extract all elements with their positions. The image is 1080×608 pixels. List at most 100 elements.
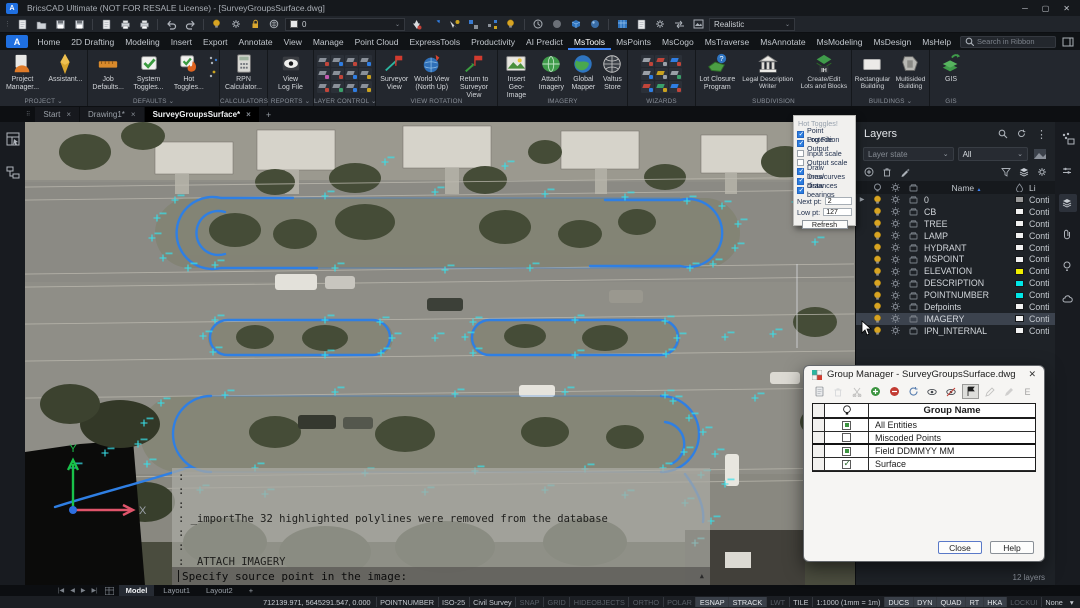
layer-tool-icon[interactable] bbox=[331, 81, 344, 93]
layer-row[interactable]: TREE Conti bbox=[856, 218, 1055, 230]
add-entities-icon[interactable] bbox=[867, 384, 884, 399]
tab-layout2[interactable]: Layout2 bbox=[199, 585, 240, 596]
layer-row[interactable]: LAMP Conti bbox=[856, 230, 1055, 242]
status-annotation-scale[interactable]: 1:1000 (1mm = 1m) bbox=[812, 597, 884, 607]
tab-mspoints[interactable]: MsPoints bbox=[611, 33, 657, 50]
explorer-panel-icon[interactable] bbox=[1059, 258, 1077, 276]
application-button[interactable]: A bbox=[6, 35, 28, 48]
wizard-tool-icon[interactable] bbox=[641, 81, 654, 93]
layer-control-tools[interactable] bbox=[317, 52, 372, 93]
layer-on-bulb-icon[interactable] bbox=[868, 219, 886, 228]
layer-on-bulb-icon[interactable] bbox=[868, 243, 886, 252]
new-layer-icon[interactable] bbox=[864, 167, 874, 177]
wizard-tool-icon[interactable] bbox=[669, 55, 682, 67]
group-visibility-checkbox[interactable] bbox=[842, 460, 851, 469]
render-sphere-icon[interactable] bbox=[587, 17, 603, 31]
table-icon[interactable] bbox=[614, 17, 630, 31]
layer-tool-icon[interactable] bbox=[345, 81, 358, 93]
attachments-panel-icon[interactable] bbox=[1059, 226, 1077, 244]
open-file-icon[interactable] bbox=[33, 17, 49, 31]
layer-on-bulb-icon[interactable] bbox=[868, 231, 886, 240]
layer-row[interactable]: MSPOINT Conti bbox=[856, 253, 1055, 265]
name-column-header[interactable]: Name ▲ bbox=[922, 183, 1009, 193]
scroll-up-icon[interactable]: ▲ bbox=[700, 572, 704, 580]
new-file-icon[interactable] bbox=[14, 17, 30, 31]
settings-icon[interactable] bbox=[652, 17, 668, 31]
first-layout-icon[interactable]: |◀ bbox=[56, 587, 66, 594]
tab-view[interactable]: View bbox=[278, 33, 307, 50]
layer-tool-icon[interactable] bbox=[345, 55, 358, 67]
layers-panel-icon[interactable] bbox=[1059, 194, 1077, 212]
layer-state-select[interactable]: Layer state⌄ bbox=[863, 147, 954, 161]
layer-tool-icon[interactable] bbox=[331, 68, 344, 80]
group-visibility-checkbox[interactable] bbox=[842, 421, 851, 430]
layer-freeze-icon[interactable] bbox=[886, 195, 904, 204]
status-esnap[interactable]: ESNAP bbox=[695, 597, 728, 607]
properties-panel-icon[interactable] bbox=[4, 130, 22, 148]
cut-group-icon[interactable] bbox=[848, 384, 865, 399]
layer-globe-icon[interactable] bbox=[266, 17, 282, 31]
lot-closure-program-button[interactable]: ? Lot Closure Program bbox=[697, 52, 738, 92]
command-input[interactable]: Specify source point in the image: ▲ bbox=[172, 567, 710, 585]
point-cloud-panel-icon[interactable] bbox=[1059, 130, 1077, 148]
world-view-button[interactable]: World View (North Up) bbox=[413, 52, 451, 92]
layer-on-bulb-icon[interactable] bbox=[868, 326, 886, 335]
status-ortho[interactable]: ORTHO bbox=[628, 597, 662, 607]
tab-ai-predict[interactable]: AI Predict bbox=[521, 33, 569, 50]
tab-manage[interactable]: Manage bbox=[307, 33, 349, 50]
edit-group-icon[interactable] bbox=[981, 384, 998, 399]
clock-icon[interactable] bbox=[530, 17, 546, 31]
regroup-icon[interactable] bbox=[905, 384, 922, 399]
layer-color-swatch[interactable] bbox=[1015, 292, 1024, 299]
layer-lock-icon[interactable] bbox=[904, 243, 922, 252]
draw-order-icon[interactable] bbox=[427, 17, 443, 31]
layer-lock-icon[interactable] bbox=[904, 195, 922, 204]
expand-icon[interactable]: ▶ bbox=[856, 196, 868, 203]
layer-states-icon[interactable] bbox=[1019, 167, 1029, 177]
tab-mscogo[interactable]: MsCogo bbox=[657, 33, 700, 50]
wizard-tool-icon[interactable] bbox=[641, 55, 654, 67]
layer-tool-icon[interactable] bbox=[317, 55, 330, 67]
panel-toggle-icon[interactable] bbox=[1060, 35, 1076, 49]
layer-lock-icon[interactable] bbox=[904, 255, 922, 264]
tab-mstools[interactable]: MsTools bbox=[568, 33, 610, 50]
new-layout-button[interactable]: + bbox=[242, 585, 260, 596]
job-defaults-button[interactable]: Job Defaults... bbox=[89, 52, 127, 92]
maximize-icon[interactable]: ▢ bbox=[1042, 4, 1050, 13]
layer-filter-select[interactable]: All⌄ bbox=[958, 147, 1028, 161]
layer-lock-icon[interactable] bbox=[904, 314, 922, 323]
rectangular-building-button[interactable]: Rectangular Building bbox=[853, 52, 892, 91]
command-history[interactable]: : : : : _importThe 32 highlighted polyli… bbox=[172, 468, 710, 567]
doc-tab-drawing1[interactable]: Drawing1*× bbox=[80, 107, 144, 122]
tab-layout1[interactable]: Layout1 bbox=[156, 585, 197, 596]
layer-preview-icon[interactable] bbox=[1032, 147, 1048, 161]
layer-color-swatch[interactable] bbox=[1015, 280, 1024, 287]
toolbar-grip-icon[interactable]: ⋮ bbox=[4, 20, 11, 28]
new-document-tab-button[interactable]: + bbox=[260, 107, 277, 122]
valtus-store-button[interactable]: Valtus Store bbox=[599, 52, 626, 92]
visual-style-dropdown[interactable]: Realistic ⌄ bbox=[709, 18, 795, 31]
layer-lock-icon[interactable] bbox=[904, 302, 922, 311]
layer-lock-icon[interactable] bbox=[904, 326, 922, 335]
defaults-extra-tools[interactable] bbox=[209, 52, 218, 78]
layer-freeze-icon[interactable] bbox=[886, 231, 904, 240]
show-group-icon[interactable] bbox=[924, 384, 941, 399]
status-selection[interactable]: None bbox=[1041, 597, 1066, 607]
prev-layout-icon[interactable]: ◀ bbox=[68, 587, 77, 594]
drawing-canvas[interactable]: Y X : : : : _importThe 32 highlighted po… bbox=[25, 122, 855, 585]
layer-tool-icon[interactable] bbox=[359, 55, 372, 67]
wizard-tool-icon[interactable] bbox=[669, 81, 682, 93]
doc-tab-start[interactable]: Start× bbox=[35, 107, 79, 122]
new-group-icon[interactable] bbox=[810, 384, 827, 399]
layer-lock-icon[interactable] bbox=[904, 291, 922, 300]
layer-row[interactable]: ▶ 0 Conti bbox=[856, 194, 1055, 206]
layer-row[interactable]: DESCRIPTION Conti bbox=[856, 277, 1055, 289]
delete-group-icon[interactable] bbox=[829, 384, 846, 399]
tabs-grip-icon[interactable]: ⠿ bbox=[26, 111, 30, 118]
redo-icon[interactable] bbox=[182, 17, 198, 31]
last-layout-icon[interactable]: ▶| bbox=[89, 587, 99, 594]
explode-icon[interactable] bbox=[484, 17, 500, 31]
group-visibility-checkbox[interactable] bbox=[842, 447, 851, 456]
group-row-miscoded-points[interactable]: Miscoded Points bbox=[813, 432, 1035, 445]
layer-row[interactable]: ELEVATION Conti bbox=[856, 265, 1055, 277]
